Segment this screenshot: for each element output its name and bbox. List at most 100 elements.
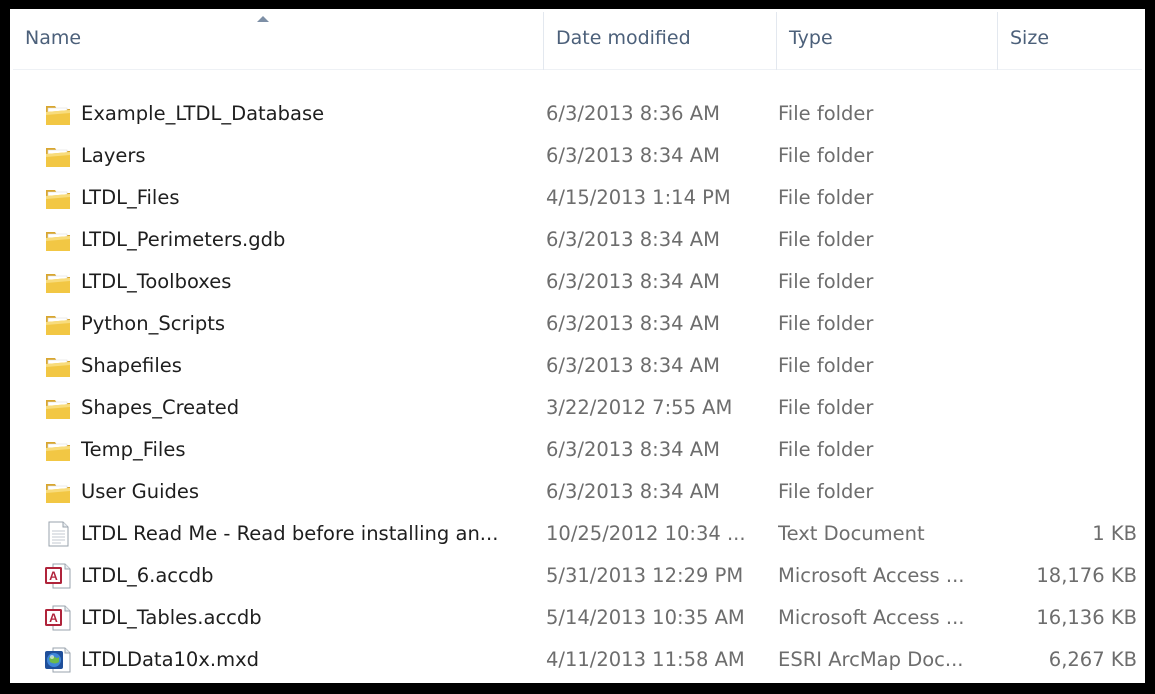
column-header-name-label: Name: [25, 27, 82, 49]
svg-text:A: A: [49, 611, 58, 625]
file-size: 6,267 KB: [1048, 648, 1137, 671]
file-rows: Example_LTDL_Database 6/3/2013 8:36 AM Fil…: [13, 93, 1142, 680]
folder-icon: [43, 352, 73, 380]
file-type: File folder: [778, 270, 874, 293]
file-size: [998, 177, 1137, 219]
file-name: LTDLData10x.mxd: [81, 648, 259, 671]
file-size: 18,176 KB: [1036, 564, 1137, 587]
file-name: Shapefiles: [81, 354, 182, 377]
access-database-icon: A: [43, 562, 73, 590]
folder-icon: [43, 268, 73, 296]
access-database-icon: A: [43, 604, 73, 632]
file-date-modified: 4/11/2013 11:58 AM: [546, 648, 745, 671]
column-header-size[interactable]: Size: [998, 12, 1142, 70]
file-size: [998, 387, 1137, 429]
access-database-icon-graphic: A: [45, 605, 71, 631]
column-header-name[interactable]: Name: [13, 12, 544, 70]
file-size: 1 KB: [1092, 522, 1137, 545]
file-row[interactable]: LTDL_Toolboxes 6/3/2013 8:34 AM File folde…: [13, 261, 1142, 303]
folder-icon: [43, 310, 73, 338]
folder-icon: [43, 100, 73, 128]
file-row[interactable]: User Guides 6/3/2013 8:34 AM File folder: [13, 471, 1142, 513]
file-name: Layers: [81, 144, 146, 167]
file-size: [998, 429, 1137, 471]
file-row[interactable]: A LTDL_Tables.accdb 5/14/2013 10:35 AM Micr…: [13, 597, 1142, 639]
column-header-type[interactable]: Type: [777, 12, 998, 70]
folder-icon-graphic: [46, 400, 70, 419]
file-type: File folder: [778, 228, 874, 251]
file-name: LTDL_Toolboxes: [81, 270, 232, 293]
file-type: File folder: [778, 312, 874, 335]
text-document-icon-graphic: [48, 521, 69, 547]
folder-icon-graphic: [46, 106, 70, 125]
text-document-icon: [43, 520, 73, 548]
file-size: [998, 135, 1137, 177]
file-date-modified: 6/3/2013 8:34 AM: [546, 354, 720, 377]
file-row[interactable]: Example_LTDL_Database 6/3/2013 8:36 AM Fil…: [13, 93, 1142, 135]
file-date-modified: 6/3/2013 8:34 AM: [546, 438, 720, 461]
sort-ascending-icon: [257, 16, 269, 22]
folder-icon-graphic: [46, 232, 70, 251]
file-type: ESRI ArcMap Doc...: [778, 648, 964, 671]
file-size: [998, 93, 1137, 135]
folder-icon-graphic: [46, 442, 70, 461]
arcmap-document-icon: [43, 646, 73, 674]
file-name: LTDL_6.accdb: [81, 564, 214, 587]
folder-icon: [43, 184, 73, 212]
file-size: [998, 303, 1137, 345]
folder-icon: [43, 478, 73, 506]
screenshot-frame: Name Date modified Type Size Example_LTD…: [0, 0, 1155, 694]
file-date-modified: 6/3/2013 8:34 AM: [546, 144, 720, 167]
file-name: LTDL_Perimeters.gdb: [81, 228, 286, 251]
file-name: Temp_Files: [81, 438, 186, 461]
file-size: [998, 471, 1137, 513]
file-size: [998, 261, 1137, 303]
file-row[interactable]: Shapes_Created 3/22/2012 7:55 AM File fold…: [13, 387, 1142, 429]
column-header-bar: Name Date modified Type Size: [13, 12, 1142, 70]
file-row[interactable]: LTDLData10x.mxd 4/11/2013 11:58 AM ESRI Ar…: [13, 639, 1142, 680]
file-type: Microsoft Access ...: [778, 606, 965, 629]
file-date-modified: 6/3/2013 8:36 AM: [546, 102, 720, 125]
file-date-modified: 5/14/2013 10:35 AM: [546, 606, 745, 629]
file-list-view[interactable]: Name Date modified Type Size Example_LTD…: [10, 9, 1145, 683]
file-row[interactable]: LTDL Read Me - Read before installing an…: [13, 513, 1142, 555]
file-date-modified: 6/3/2013 8:34 AM: [546, 228, 720, 251]
column-header-date-label: Date modified: [556, 27, 691, 49]
folder-icon-graphic: [46, 484, 70, 503]
file-size: [998, 345, 1137, 387]
file-size: 16,136 KB: [1036, 606, 1137, 629]
file-type: File folder: [778, 354, 874, 377]
file-row[interactable]: LTDL_Files 4/15/2013 1:14 PM File folder: [13, 177, 1142, 219]
folder-icon-graphic: [46, 148, 70, 167]
file-date-modified: 3/22/2012 7:55 AM: [546, 396, 733, 419]
access-database-icon-graphic: A: [45, 563, 71, 589]
folder-icon-graphic: [46, 316, 70, 335]
file-name: LTDL_Files: [81, 186, 180, 209]
file-type: File folder: [778, 396, 874, 419]
file-type: File folder: [778, 480, 874, 503]
folder-icon-graphic: [46, 274, 70, 293]
file-row[interactable]: Python_Scripts 6/3/2013 8:34 AM File folde…: [13, 303, 1142, 345]
file-date-modified: 6/3/2013 8:34 AM: [546, 312, 720, 335]
file-name: User Guides: [81, 480, 200, 503]
file-date-modified: 4/15/2013 1:14 PM: [546, 186, 731, 209]
column-header-size-label: Size: [1010, 27, 1050, 49]
svg-text:A: A: [49, 569, 58, 583]
file-size: [998, 219, 1137, 261]
file-date-modified: 6/3/2013 8:34 AM: [546, 270, 720, 293]
file-type: Text Document: [778, 522, 925, 545]
file-name: Shapes_Created: [81, 396, 240, 419]
folder-icon: [43, 142, 73, 170]
file-row[interactable]: LTDL_Perimeters.gdb 6/3/2013 8:34 AM File …: [13, 219, 1142, 261]
file-type: File folder: [778, 438, 874, 461]
file-type: Microsoft Access ...: [778, 564, 965, 587]
file-name: Example_LTDL_Database: [81, 102, 325, 125]
file-row[interactable]: Temp_Files 6/3/2013 8:34 AM File folder: [13, 429, 1142, 471]
file-row[interactable]: A LTDL_6.accdb 5/31/2013 12:29 PM Microsoft…: [13, 555, 1142, 597]
column-header-date[interactable]: Date modified: [544, 12, 777, 70]
file-type: File folder: [778, 102, 874, 125]
file-row[interactable]: Shapefiles 6/3/2013 8:34 AM File folder: [13, 345, 1142, 387]
folder-icon: [43, 436, 73, 464]
file-date-modified: 5/31/2013 12:29 PM: [546, 564, 744, 587]
file-row[interactable]: Layers 6/3/2013 8:34 AM File folder: [13, 135, 1142, 177]
